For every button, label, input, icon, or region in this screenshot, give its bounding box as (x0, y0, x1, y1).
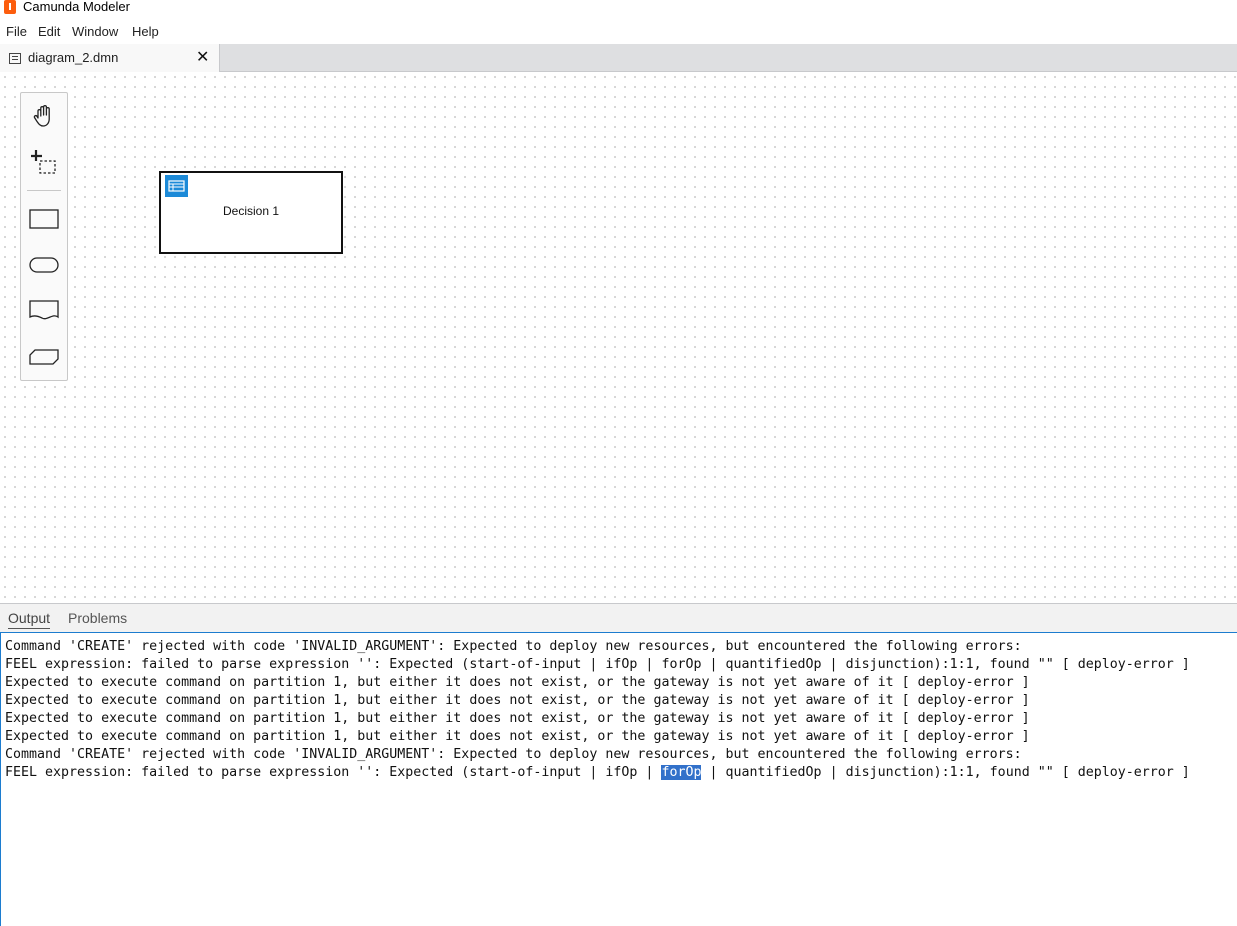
close-tab-icon[interactable]: ✕ (196, 47, 209, 67)
output-log[interactable]: Command 'CREATE' rejected with code 'INV… (0, 632, 1237, 926)
palette-separator (27, 190, 61, 191)
diagram-canvas[interactable]: Decision 1 (0, 72, 1237, 603)
camunda-logo-icon (4, 0, 16, 14)
decision-shape-icon[interactable] (29, 204, 59, 234)
title-bar: Camunda Modeler (0, 0, 1237, 18)
tab-label: diagram_2.dmn (28, 50, 119, 65)
window-title: Camunda Modeler (23, 0, 130, 14)
menu-help[interactable]: Help (132, 24, 159, 39)
tab-output[interactable]: Output (8, 610, 51, 629)
tool-palette (20, 92, 68, 381)
panel-tab-bar: Output Problems (0, 603, 1237, 632)
knowledge-source-shape-icon[interactable] (29, 296, 59, 326)
input-data-shape-icon[interactable] (29, 250, 59, 280)
log-text: FEEL expression: failed to parse express… (5, 765, 662, 780)
log-line: Expected to execute command on partition… (5, 729, 1030, 744)
log-line: Command 'CREATE' rejected with code 'INV… (5, 747, 1022, 762)
menu-file[interactable]: File (6, 24, 27, 39)
hand-tool-icon[interactable] (29, 101, 59, 131)
log-text: | quantifiedOp | disjunction):1:1, found… (701, 765, 1190, 780)
tab-diagram[interactable]: diagram_2.dmn ✕ (0, 44, 220, 72)
log-line: Expected to execute command on partition… (5, 693, 1030, 708)
tab-bar: diagram_2.dmn ✕ (0, 44, 1237, 72)
log-line: Expected to execute command on partition… (5, 711, 1030, 726)
lasso-tool-icon[interactable] (29, 147, 59, 177)
decision-table-icon[interactable] (165, 175, 188, 197)
menu-edit[interactable]: Edit (38, 24, 60, 39)
text-selection: forOp (661, 765, 702, 780)
tab-problems[interactable]: Problems (68, 610, 127, 626)
log-line: Expected to execute command on partition… (5, 675, 1030, 690)
menu-window[interactable]: Window (72, 24, 118, 39)
table-file-icon (9, 53, 21, 64)
decision-element[interactable]: Decision 1 (159, 171, 343, 254)
log-line: FEEL expression: failed to parse express… (5, 657, 1190, 672)
log-line-selected: FEEL expression: failed to parse express… (5, 764, 1190, 782)
business-knowledge-model-shape-icon[interactable] (29, 342, 59, 372)
menu-bar: File Edit Window Help (0, 20, 1237, 42)
decision-label: Decision 1 (222, 204, 280, 218)
log-line: Command 'CREATE' rejected with code 'INV… (5, 639, 1022, 654)
